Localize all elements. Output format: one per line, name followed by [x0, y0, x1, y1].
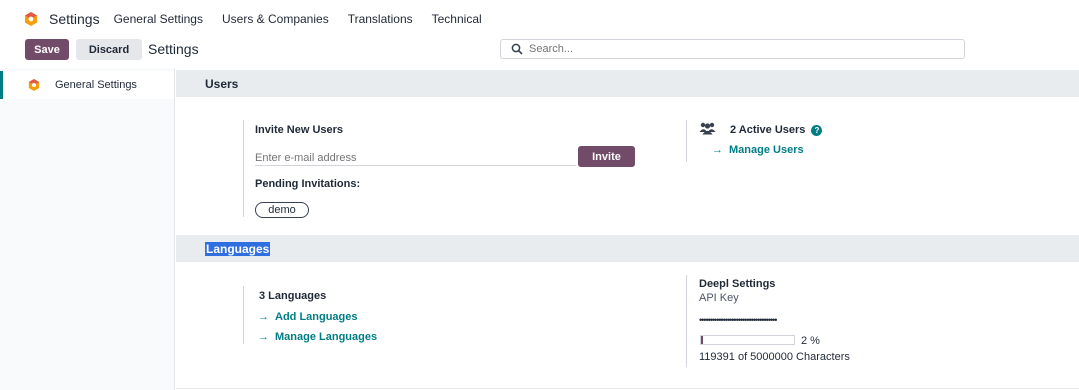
active-users-block: 2 Active Users ? → Manage Users: [686, 120, 1016, 162]
help-icon[interactable]: ?: [811, 124, 823, 136]
users-group-icon: [699, 122, 716, 138]
manage-users-label: Manage Users: [729, 144, 804, 156]
add-languages-link[interactable]: → Add Languages: [258, 311, 358, 323]
email-field[interactable]: [255, 150, 576, 166]
usage-characters: 119391 of 5000000 Characters: [699, 351, 850, 363]
discard-button[interactable]: Discard: [76, 39, 142, 60]
arrow-right-icon: →: [258, 331, 269, 343]
api-key-label: API Key: [699, 292, 739, 304]
app-logo-icon[interactable]: [24, 12, 38, 26]
active-users-count: 2 Active Users: [730, 124, 806, 136]
deepl-settings-title: Deepl Settings: [699, 278, 776, 290]
invite-users-block: Invite New Users Invite Pending Invitati…: [243, 120, 643, 218]
app-title[interactable]: Settings: [49, 11, 100, 27]
menu-general-settings[interactable]: General Settings: [114, 12, 203, 26]
search-bar[interactable]: [500, 39, 965, 59]
arrow-right-icon: →: [258, 311, 269, 323]
languages-count: 3 Languages: [259, 290, 327, 302]
sidebar-item-label: General Settings: [55, 79, 137, 91]
menu-translations[interactable]: Translations: [348, 12, 413, 26]
control-panel: Save Discard Settings: [0, 38, 1079, 62]
top-navbar: Settings General Settings Users & Compan…: [0, 0, 1079, 38]
pending-invitations-title: Pending Invitations:: [255, 178, 361, 190]
invite-title: Invite New Users: [255, 124, 344, 136]
manage-users-link[interactable]: → Manage Users: [712, 144, 804, 156]
settings-app-icon: [28, 79, 40, 91]
settings-sidebar: General Settings: [0, 68, 175, 390]
pending-invitation-tag[interactable]: demo: [255, 202, 309, 218]
invite-button[interactable]: Invite: [578, 146, 635, 167]
save-button[interactable]: Save: [25, 39, 69, 60]
search-input[interactable]: [529, 43, 949, 55]
users-section-title: Users: [205, 76, 239, 91]
manage-languages-link[interactable]: → Manage Languages: [258, 331, 377, 343]
settings-main: Users Invite New Users Invite Pending In…: [176, 68, 1079, 390]
users-section-header: Users: [176, 70, 1079, 97]
languages-block: 3 Languages → Add Languages → Manage Lan…: [243, 286, 543, 344]
manage-languages-label: Manage Languages: [275, 331, 378, 343]
languages-section-title: Languages: [205, 241, 271, 256]
menu-users-companies[interactable]: Users & Companies: [222, 12, 329, 26]
breadcrumb: Settings: [148, 41, 199, 57]
api-key-field[interactable]: ••••••••••••••••••••••••••••••••••••: [699, 315, 777, 325]
search-icon: [511, 43, 523, 55]
deepl-settings-block: Deepl Settings API Key •••••••••••••••••…: [686, 275, 1016, 367]
bottom-divider: [176, 388, 1079, 389]
arrow-right-icon: →: [712, 144, 723, 156]
usage-progress-bar: [700, 335, 795, 345]
languages-section-header: Languages: [176, 235, 1079, 262]
add-languages-label: Add Languages: [275, 311, 358, 323]
usage-progress-fill: [701, 336, 703, 344]
menu-technical[interactable]: Technical: [432, 12, 482, 26]
sidebar-item-general-settings[interactable]: General Settings: [0, 71, 174, 99]
usage-percent: 2 %: [801, 335, 820, 347]
